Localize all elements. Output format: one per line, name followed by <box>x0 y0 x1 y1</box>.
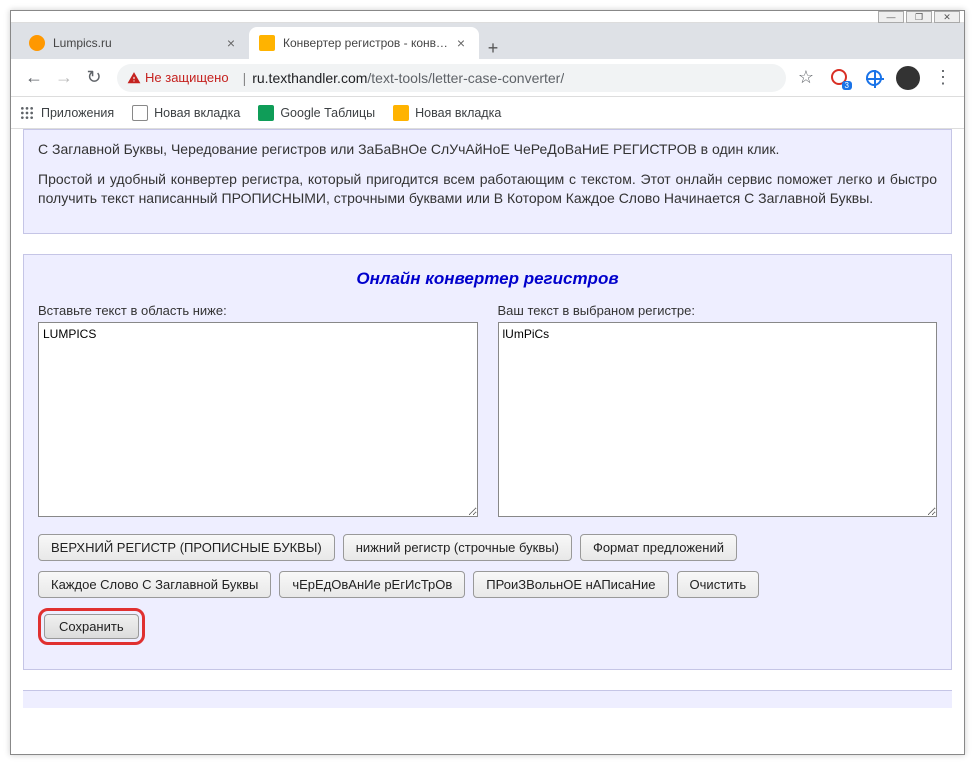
page-content[interactable]: С Заглавной Буквы, Чередование регистров… <box>11 129 964 754</box>
bookmark-label: Google Таблицы <box>280 106 375 120</box>
security-label: Не защищено <box>145 70 229 85</box>
buttons-row-2: Каждое Слово С Заглавной Буквы чЕрЕдОвАн… <box>38 571 937 598</box>
buttons-row-1: ВЕРХНИЙ РЕГИСТР (ПРОПИСНЫЕ БУКВЫ) нижний… <box>38 534 937 561</box>
badge-count: 3 <box>842 81 852 90</box>
save-highlight: Сохранить <box>38 608 145 645</box>
omnibox[interactable]: Не защищено | ru.texthandler.com/text-to… <box>117 64 786 92</box>
textareas-row: Вставьте текст в область ниже: Ваш текст… <box>38 303 937 520</box>
page-icon <box>132 105 148 121</box>
new-tab-button[interactable]: + <box>479 38 507 59</box>
window-titlebar: — ❐ ✕ <box>11 11 964 23</box>
bookmark-newtab2[interactable]: Новая вкладка <box>393 105 501 121</box>
close-tab-icon[interactable]: × <box>453 35 469 51</box>
random-case-button[interactable]: ПРоиЗВольнОЕ нАПисаНие <box>473 571 668 598</box>
save-button[interactable]: Сохранить <box>44 614 139 639</box>
bookmark-label: Приложения <box>41 106 114 120</box>
description-text-1: С Заглавной Буквы, Чередование регистров… <box>38 140 937 160</box>
address-bar: ← → ↻ Не защищено | ru.texthandler.com/t… <box>11 59 964 97</box>
tab-title: Lumpics.ru <box>53 36 223 50</box>
back-button[interactable]: ← <box>19 63 49 93</box>
url-text: ru.texthandler.com/text-tools/letter-cas… <box>252 70 564 86</box>
converter-panel: Онлайн конвертер регистров Вставьте текс… <box>23 254 952 670</box>
sentence-case-button[interactable]: Формат предложений <box>580 534 737 561</box>
favicon-icon <box>259 35 275 51</box>
clear-button[interactable]: Очистить <box>677 571 760 598</box>
browser-window: — ❐ ✕ Lumpics.ru × Конвертер регистров -… <box>10 10 965 755</box>
warning-icon <box>127 71 141 85</box>
bookmark-newtab1[interactable]: Новая вкладка <box>132 105 240 121</box>
next-panel-top <box>23 690 952 708</box>
apps-icon <box>19 105 35 121</box>
description-text-2: Простой и удобный конвертер регистра, ко… <box>38 170 937 209</box>
output-label: Ваш текст в выбраном регистре: <box>498 303 938 318</box>
profile-avatar[interactable] <box>896 66 920 90</box>
browser-menu-button[interactable]: ⋮ <box>930 67 956 88</box>
input-column: Вставьте текст в область ниже: <box>38 303 478 520</box>
output-textarea[interactable] <box>498 322 938 517</box>
toolbar-icons: ☆ 3 ⋮ <box>794 66 956 90</box>
bookmark-apps[interactable]: Приложения <box>19 105 114 121</box>
close-tab-icon[interactable]: × <box>223 35 239 51</box>
input-textarea[interactable] <box>38 322 478 517</box>
buttons-row-3: Сохранить <box>38 608 937 645</box>
description-panel: С Заглавной Буквы, Чередование регистров… <box>23 129 952 234</box>
tab-strip: Lumpics.ru × Конвертер регистров - конве… <box>11 23 964 59</box>
tab-lumpics[interactable]: Lumpics.ru × <box>19 27 249 59</box>
input-label: Вставьте текст в область ниже: <box>38 303 478 318</box>
favicon-icon <box>29 35 45 51</box>
alternating-case-button[interactable]: чЕрЕдОвАнИе рЕгИсТрОв <box>279 571 465 598</box>
page-icon <box>393 105 409 121</box>
close-window-button[interactable]: ✕ <box>934 11 960 23</box>
converter-title: Онлайн конвертер регистров <box>38 269 937 289</box>
reload-button[interactable]: ↻ <box>79 63 109 93</box>
output-column: Ваш текст в выбраном регистре: <box>498 303 938 520</box>
forward-button[interactable]: → <box>49 63 79 93</box>
maximize-button[interactable]: ❐ <box>906 11 932 23</box>
translate-icon[interactable] <box>862 66 886 90</box>
security-warning[interactable]: Не защищено <box>127 70 229 85</box>
bookmarks-bar: Приложения Новая вкладка Google Таблицы … <box>11 97 964 129</box>
bookmark-star-icon[interactable]: ☆ <box>794 66 818 90</box>
tab-converter[interactable]: Конвертер регистров - конверт × <box>249 27 479 59</box>
lowercase-button[interactable]: нижний регистр (строчные буквы) <box>343 534 572 561</box>
sheets-icon <box>258 105 274 121</box>
uppercase-button[interactable]: ВЕРХНИЙ РЕГИСТР (ПРОПИСНЫЕ БУКВЫ) <box>38 534 335 561</box>
extension-badge[interactable]: 3 <box>828 66 852 90</box>
bookmark-sheets[interactable]: Google Таблицы <box>258 105 375 121</box>
bookmark-label: Новая вкладка <box>415 106 501 120</box>
tab-title: Конвертер регистров - конверт <box>283 36 453 50</box>
bookmark-label: Новая вкладка <box>154 106 240 120</box>
separator: | <box>243 70 247 86</box>
title-case-button[interactable]: Каждое Слово С Заглавной Буквы <box>38 571 271 598</box>
minimize-button[interactable]: — <box>878 11 904 23</box>
